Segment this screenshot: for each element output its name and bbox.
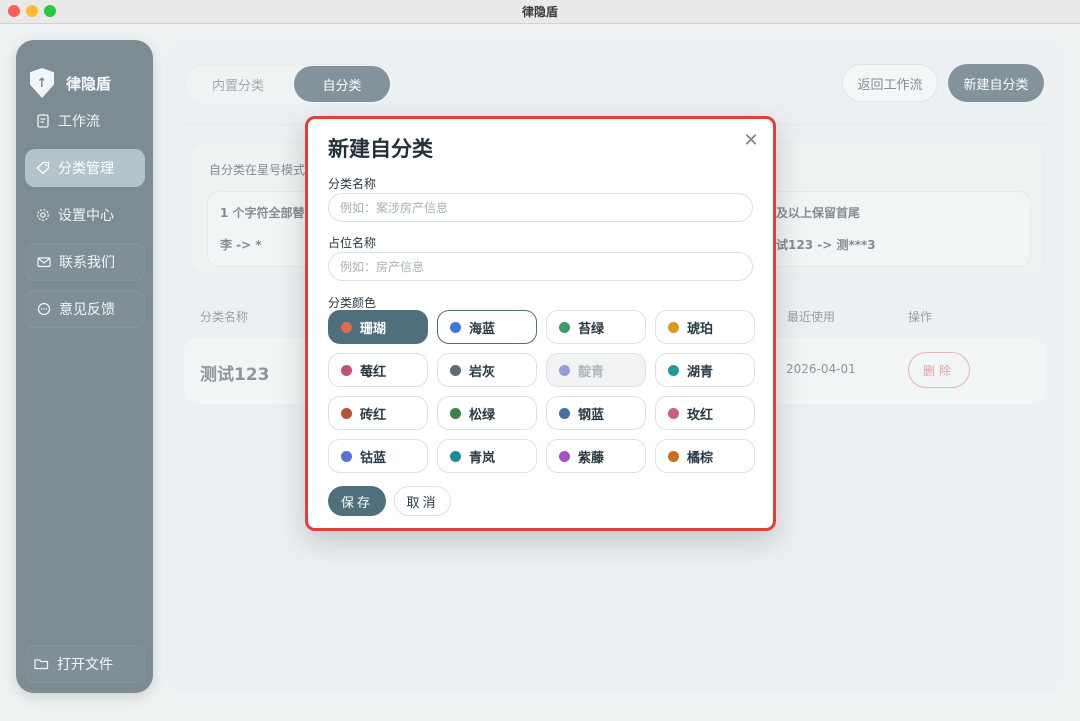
cancel-button[interactable]: 取消 [394,486,451,516]
color-option-label: 湖青 [687,364,714,380]
color-option[interactable]: 琥珀 [655,310,755,344]
color-option[interactable]: 砖红 [328,396,428,430]
color-option[interactable]: 湖青 [655,353,755,387]
zoom-window-button[interactable] [44,5,56,17]
close-window-button[interactable] [8,5,20,17]
color-swatch-icon [559,450,570,462]
color-option-label: 珊瑚 [360,321,387,337]
color-grid: 珊瑚 海蓝 苔绿 琥珀莓红 岩灰 靛青 湖青砖红 松绿 钢蓝 玫红钴蓝 青岚 紫藤 橘棕 [328,310,756,478]
color-swatch-icon [341,364,352,376]
color-option[interactable]: 珊瑚 [328,310,428,344]
window-controls [8,5,56,17]
color-option[interactable]: 海蓝 [437,310,537,344]
color-swatch-icon [668,450,679,462]
color-swatch-icon [450,364,461,376]
color-swatch-icon [668,321,679,333]
title-bar: 律隐盾 [0,0,1080,24]
color-swatch-icon [450,407,461,419]
color-option-label: 琥珀 [687,321,714,337]
category-name-label: 分类名称 [328,177,377,191]
color-option[interactable]: 玫红 [655,396,755,430]
placeholder-name-label: 占位名称 [328,236,377,250]
color-option[interactable]: 青岚 [437,439,537,473]
color-swatch-icon [559,407,570,419]
color-option-label: 橘棕 [687,450,714,466]
color-swatch-icon [668,407,679,419]
color-option[interactable]: 钴蓝 [328,439,428,473]
color-option-label: 玫红 [687,407,714,423]
category-name-input[interactable] [328,193,753,222]
color-option-label: 青岚 [469,450,496,466]
save-button[interactable]: 保存 [328,486,386,516]
color-swatch-icon [450,450,461,462]
color-option-label: 紫藤 [578,450,605,466]
minimize-window-button[interactable] [26,5,38,17]
color-swatch-icon [450,321,461,333]
color-option[interactable]: 橘棕 [655,439,755,473]
color-option-label: 莓红 [360,364,387,380]
close-icon[interactable]: ✕ [741,131,761,151]
color-option-label: 钴蓝 [360,450,387,466]
dialog-title: 新建自分类 [328,137,433,161]
color-option-label: 苔绿 [578,321,605,337]
color-option[interactable]: 岩灰 [437,353,537,387]
color-option[interactable]: 紫藤 [546,439,646,473]
color-swatch-icon [341,321,352,333]
color-option-label: 海蓝 [469,321,496,337]
color-option-label: 岩灰 [469,364,496,380]
color-swatch-icon [668,364,679,376]
category-color-label: 分类颜色 [328,296,377,310]
color-option-label: 砖红 [360,407,387,423]
new-category-dialog: 新建自分类 ✕ 分类名称 占位名称 分类颜色 珊瑚 海蓝 苔绿 琥珀莓红 岩灰 靛青 湖青砖… [305,116,776,531]
window-title: 律隐盾 [521,5,558,19]
placeholder-name-input[interactable] [328,252,753,281]
color-option[interactable]: 松绿 [437,396,537,430]
color-swatch-icon [559,321,570,333]
color-option[interactable]: 钢蓝 [546,396,646,430]
color-option[interactable]: 莓红 [328,353,428,387]
color-swatch-icon [559,364,570,376]
color-swatch-icon [341,407,352,419]
color-option-label: 松绿 [469,407,496,423]
color-option-label: 钢蓝 [578,407,605,423]
color-swatch-icon [341,450,352,462]
color-option[interactable]: 苔绿 [546,310,646,344]
color-option-label: 靛青 [578,364,605,380]
color-option[interactable]: 靛青 [546,353,646,387]
